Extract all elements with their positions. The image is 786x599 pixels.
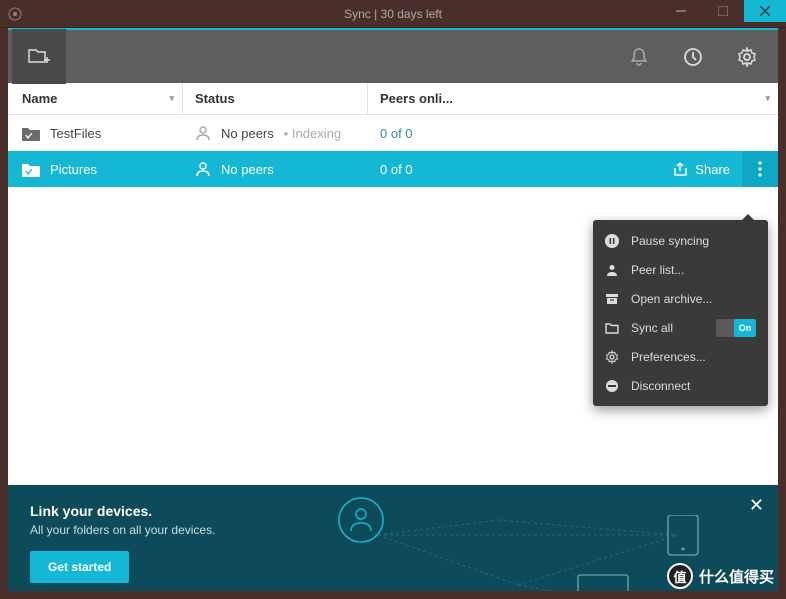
watermark-text: 什么值得买	[699, 566, 774, 587]
menu-label: Disconnect	[631, 379, 690, 393]
close-button[interactable]	[744, 0, 786, 22]
app-icon	[8, 7, 22, 21]
sync-all-toggle[interactable]: On	[716, 319, 756, 337]
toggle-state: On	[734, 319, 756, 337]
history-button[interactable]	[666, 29, 720, 84]
archive-icon	[605, 292, 619, 306]
menu-pause-syncing[interactable]: Pause syncing	[593, 226, 768, 255]
header-peers[interactable]: Peers onli... ▾	[368, 83, 778, 114]
share-button[interactable]: Share	[662, 151, 742, 187]
app-window: Sync | 30 days left Name ▾ Status	[0, 0, 786, 599]
folder-icon	[605, 321, 619, 335]
titlebar: Sync | 30 days left	[0, 0, 786, 28]
folder-icon	[22, 126, 40, 141]
header-name-label: Name	[22, 91, 57, 106]
menu-label: Peer list...	[631, 263, 684, 277]
menu-open-archive[interactable]: Open archive...	[593, 284, 768, 313]
share-label: Share	[695, 162, 730, 177]
window-controls	[660, 0, 786, 22]
link-devices-banner: Link your devices. All your folders on a…	[8, 485, 778, 591]
add-folder-button[interactable]	[12, 29, 66, 84]
pause-icon	[605, 234, 619, 248]
share-icon	[674, 162, 689, 176]
folder-name: Pictures	[50, 162, 97, 177]
context-menu: Pause syncing Peer list... Open archive.…	[593, 220, 768, 406]
menu-sync-all[interactable]: Sync all On	[593, 313, 768, 342]
menu-disconnect[interactable]: Disconnect	[593, 371, 768, 400]
sort-arrow-icon: ▾	[169, 93, 174, 104]
peers-count: 0 of 0	[368, 162, 468, 177]
banner-close-button[interactable]: ✕	[749, 495, 764, 516]
gear-icon	[605, 350, 619, 364]
settings-button[interactable]	[720, 29, 774, 84]
sort-arrow-icon: ▾	[765, 93, 770, 104]
menu-peer-list[interactable]: Peer list...	[593, 255, 768, 284]
folder-row[interactable]: Pictures No peers 0 of 0 Share	[8, 151, 778, 187]
menu-label: Preferences...	[631, 350, 706, 364]
person-icon	[195, 125, 211, 141]
status-text: No peers	[221, 162, 274, 177]
header-status[interactable]: Status	[183, 83, 368, 114]
person-icon	[195, 161, 211, 177]
column-headers: Name ▾ Status Peers onli... ▾	[8, 83, 778, 115]
menu-label: Open archive...	[631, 292, 712, 306]
disconnect-icon	[605, 379, 619, 393]
minimize-button[interactable]	[660, 0, 702, 22]
header-name[interactable]: Name ▾	[8, 83, 183, 114]
peers-count: 0 of 0	[368, 126, 468, 141]
more-button[interactable]	[742, 151, 778, 187]
notifications-button[interactable]	[612, 29, 666, 84]
watermark: 值 什么值得买	[667, 563, 774, 589]
folder-row[interactable]: TestFiles No peers • Indexing 0 of 0	[8, 115, 778, 151]
status-extra: • Indexing	[284, 126, 341, 141]
toolbar	[8, 28, 778, 83]
watermark-badge-icon: 值	[667, 563, 693, 589]
content-area: Name ▾ Status Peers onli... ▾ TestFiles No…	[8, 28, 778, 591]
person-icon	[605, 263, 619, 277]
status-text: No peers	[221, 126, 274, 141]
folder-name: TestFiles	[50, 126, 101, 141]
dots-vertical-icon	[758, 161, 762, 177]
menu-preferences[interactable]: Preferences...	[593, 342, 768, 371]
menu-label: Sync all	[631, 321, 673, 335]
maximize-button[interactable]	[702, 0, 744, 22]
menu-label: Pause syncing	[631, 234, 709, 248]
get-started-button[interactable]: Get started	[30, 551, 129, 583]
folder-icon	[22, 162, 40, 177]
header-status-label: Status	[195, 91, 235, 106]
close-icon: ✕	[749, 495, 764, 515]
header-peers-label: Peers onli...	[380, 91, 453, 106]
